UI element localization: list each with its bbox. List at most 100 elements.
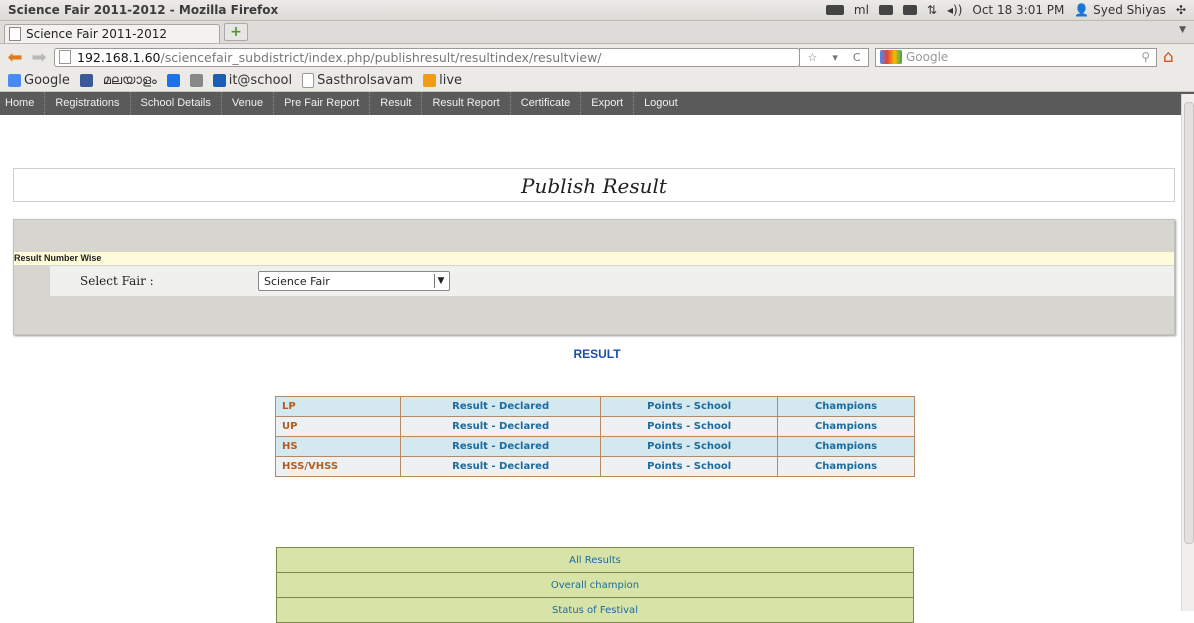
app-menu: Home Registrations School Details Venue … <box>0 92 1194 115</box>
category-cell: LP <box>275 396 401 417</box>
select-fair-label: Select Fair : <box>80 274 154 288</box>
url-host: 192.168.1.60 <box>77 49 161 65</box>
history-dropdown-icon[interactable]: ▾ <box>832 51 838 64</box>
points-school-link[interactable]: Points - School <box>600 456 779 477</box>
forward-button[interactable]: ➡ <box>30 47 48 68</box>
table-row: All Results <box>276 547 914 573</box>
category-cell: HSS/VHSS <box>275 456 401 477</box>
menu-registrations[interactable]: Registrations <box>45 92 131 115</box>
page-content: Publish Result Result Number Wise Select… <box>0 115 1194 623</box>
menu-export[interactable]: Export <box>581 92 635 115</box>
select-fair-row: Select Fair : Science Fair ▼ <box>50 266 1174 296</box>
result-declared-link[interactable]: Result - Declared <box>399 416 602 437</box>
url-bar[interactable]: 192.168.1.60/sciencefair_subdistrict/ind… <box>54 47 800 67</box>
scrollbar-thumb[interactable] <box>1184 102 1194 544</box>
navigation-bar: ⬅ ➡ 192.168.1.60/sciencefair_subdistrict… <box>0 44 1194 70</box>
category-cell: HS <box>275 436 401 457</box>
table-row: HS Result - Declared Points - School Cha… <box>275 436 915 457</box>
user-menu[interactable]: 👤 Syed Shiyas <box>1074 3 1166 17</box>
menu-home[interactable]: Home <box>0 92 46 115</box>
status-of-festival-link[interactable]: Status of Festival <box>276 597 914 623</box>
filter-panel: Result Number Wise Select Fair : Science… <box>13 219 1175 335</box>
search-input[interactable]: Google <box>906 50 1141 64</box>
results-table: LP Result - Declared Points - School Cha… <box>275 396 915 477</box>
champions-link[interactable]: Champions <box>777 456 915 477</box>
itschool-icon <box>212 74 226 87</box>
page-icon <box>9 27 21 41</box>
fair-select[interactable]: Science Fair ▼ <box>258 271 450 291</box>
menu-venue[interactable]: Venue <box>222 92 275 115</box>
vertical-scrollbar[interactable] <box>1181 94 1194 611</box>
menu-school-details[interactable]: School Details <box>131 92 222 115</box>
chevron-down-icon[interactable]: ▼ <box>434 274 447 288</box>
battery-icon[interactable] <box>902 5 917 15</box>
window-title: Science Fair 2011-2012 - Mozilla Firefox <box>8 3 279 17</box>
menu-logout[interactable]: Logout <box>634 92 688 115</box>
reload-icon[interactable]: C <box>853 51 861 64</box>
bookmark-itschool[interactable]: it@school <box>212 73 292 88</box>
result-declared-link[interactable]: Result - Declared <box>399 436 602 457</box>
bookmark-star-icon[interactable]: ☆ <box>807 51 817 64</box>
page-title: Publish Result <box>13 168 1175 202</box>
magnifier-icon[interactable]: ⚲ <box>1141 50 1150 64</box>
tab-label: Science Fair 2011-2012 <box>26 27 167 41</box>
window-titlebar: Science Fair 2011-2012 - Mozilla Firefox… <box>0 0 1194 21</box>
mail-icon[interactable] <box>878 5 893 15</box>
home-icon[interactable]: ⌂ <box>1163 47 1174 67</box>
bookmark-seal[interactable] <box>189 74 203 87</box>
url-controls: ☆ ▾ C <box>799 47 869 67</box>
points-school-link[interactable]: Points - School <box>600 436 779 457</box>
language-indicator[interactable]: ml <box>854 3 869 17</box>
facebook-icon <box>79 74 93 87</box>
search-bar[interactable]: Google ⚲ <box>875 47 1157 67</box>
bookmark-malayalam[interactable]: മലയാളം <box>103 73 157 88</box>
bookmark-live[interactable]: live <box>423 73 462 88</box>
rss-icon <box>423 74 437 87</box>
tab-list-icon[interactable]: ▼ <box>1179 25 1186 35</box>
champions-link[interactable]: Champions <box>777 396 915 417</box>
volume-icon[interactable]: ◂)) <box>947 3 962 17</box>
points-school-link[interactable]: Points - School <box>600 396 779 417</box>
result-declared-link[interactable]: Result - Declared <box>399 456 602 477</box>
page-icon <box>302 73 315 88</box>
m-icon <box>166 74 180 87</box>
google-icon[interactable] <box>880 50 902 64</box>
table-row: UP Result - Declared Points - School Cha… <box>275 416 915 437</box>
seal-icon <box>189 74 203 87</box>
google-icon <box>8 74 21 87</box>
session-icon[interactable]: ✣ <box>1176 3 1186 17</box>
network-icon[interactable]: ⇅ <box>927 3 937 17</box>
result-declared-link[interactable]: Result - Declared <box>399 396 602 417</box>
category-cell: UP <box>275 416 401 437</box>
summary-links-table: All Results Overall champion Status of F… <box>276 547 914 623</box>
menu-pre-fair-report[interactable]: Pre Fair Report <box>274 92 371 115</box>
new-tab-button[interactable]: + <box>224 23 248 41</box>
bookmark-facebook[interactable] <box>79 74 93 87</box>
user-name: Syed Shiyas <box>1093 3 1166 17</box>
champions-link[interactable]: Champions <box>777 416 915 437</box>
overall-champion-link[interactable]: Overall champion <box>276 572 914 598</box>
keyboard-icon[interactable] <box>825 5 844 15</box>
table-row: Overall champion <box>276 572 914 598</box>
fair-select-value: Science Fair <box>264 274 330 288</box>
points-school-link[interactable]: Points - School <box>600 416 779 437</box>
back-button[interactable]: ⬅ <box>6 47 24 68</box>
champions-link[interactable]: Champions <box>777 436 915 457</box>
all-results-link[interactable]: All Results <box>276 547 914 573</box>
bookmark-m[interactable] <box>166 74 180 87</box>
result-number-wise-label: Result Number Wise <box>14 252 1174 265</box>
result-heading: RESULT <box>573 347 621 361</box>
bookmark-sasthrolsavam[interactable]: Sasthrolsavam <box>302 73 413 88</box>
menu-result[interactable]: Result <box>370 92 423 115</box>
tab-science-fair[interactable]: Science Fair 2011-2012 <box>4 24 220 43</box>
table-row: LP Result - Declared Points - School Cha… <box>275 396 915 417</box>
bookmark-google[interactable]: Google <box>8 73 70 88</box>
menu-certificate[interactable]: Certificate <box>511 92 582 115</box>
tab-bar: Science Fair 2011-2012 + ▼ <box>0 21 1194 44</box>
url-path: /sciencefair_subdistrict/index.php/publi… <box>160 49 602 65</box>
system-tray: ml ⇅ ◂)) Oct 18 3:01 PM 👤 Syed Shiyas ✣ <box>825 3 1194 17</box>
clock[interactable]: Oct 18 3:01 PM <box>972 3 1064 17</box>
table-row: Status of Festival <box>276 597 914 623</box>
menu-result-report[interactable]: Result Report <box>422 92 511 115</box>
table-row: HSS/VHSS Result - Declared Points - Scho… <box>275 456 915 477</box>
